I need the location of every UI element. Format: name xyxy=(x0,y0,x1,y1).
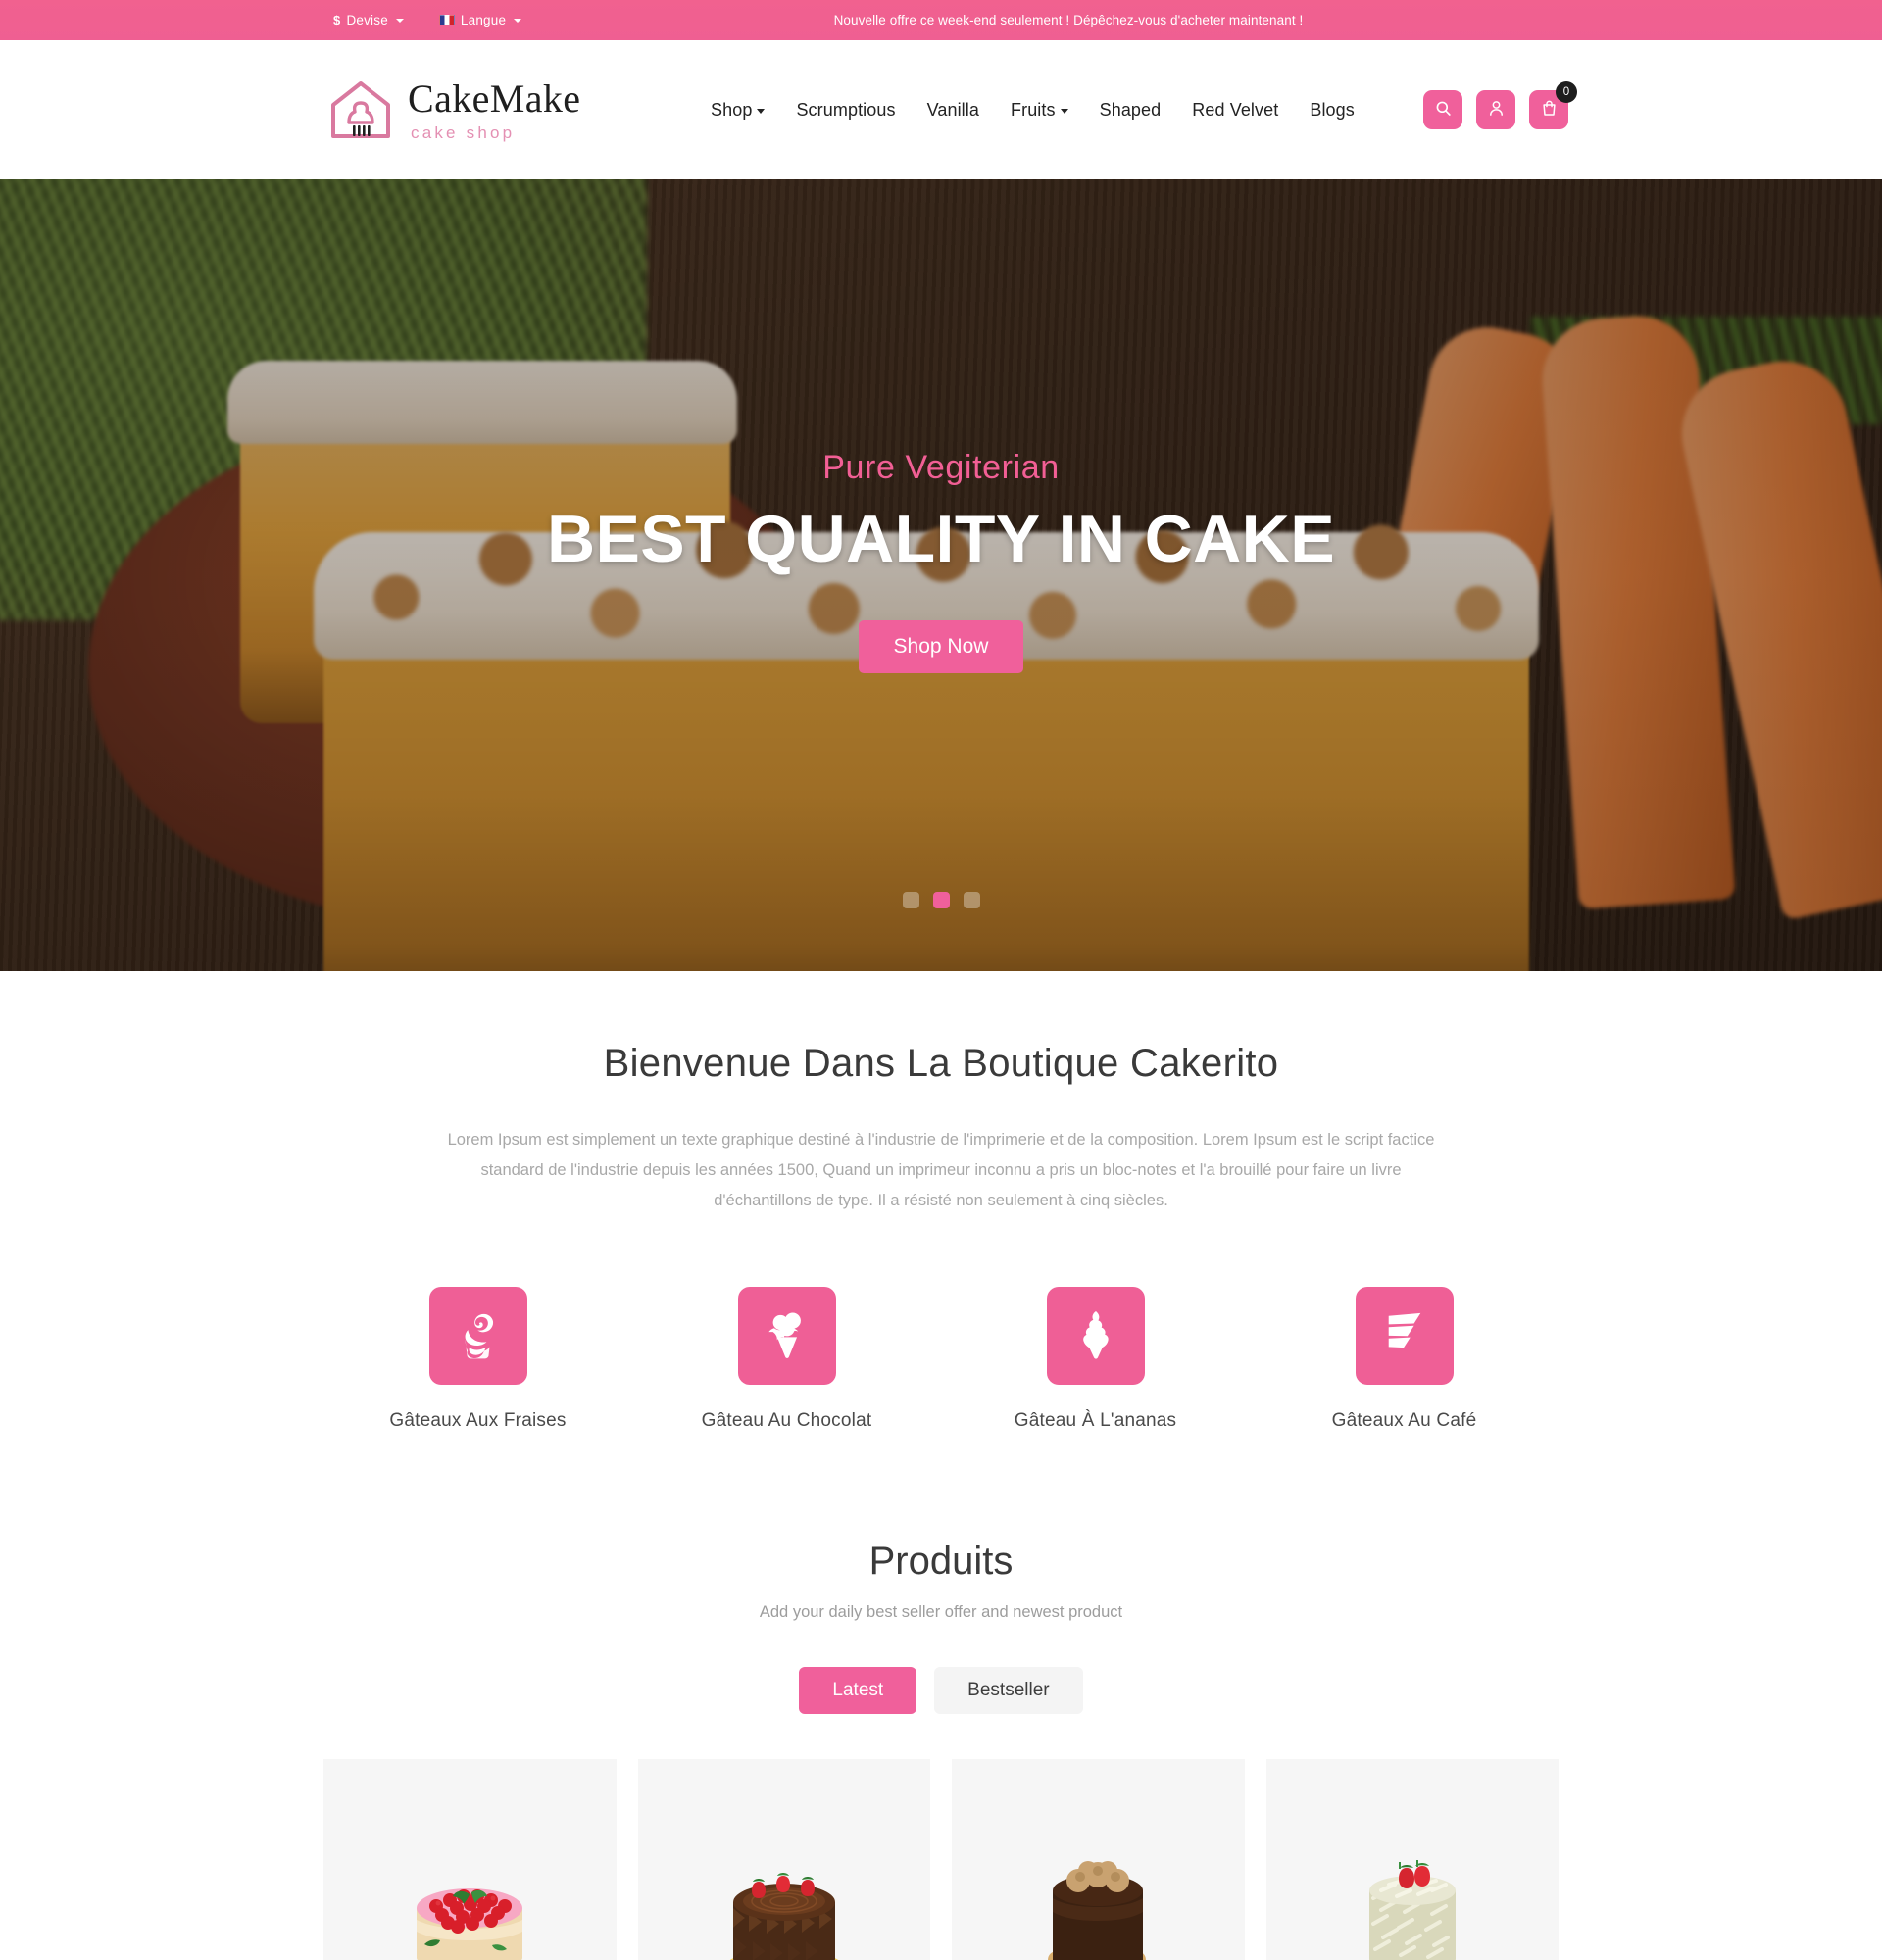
product-card[interactable] xyxy=(323,1759,617,1960)
welcome-heading: Bienvenue Dans La Boutique Cakerito xyxy=(603,1042,1279,1085)
nav-label: Scrumptious xyxy=(796,99,896,120)
category-label: Gâteaux Aux Fraises xyxy=(389,1410,567,1431)
ice-cream-cone-icon xyxy=(765,1307,810,1365)
nav-label: Fruits xyxy=(1011,99,1056,120)
category-item-chocolate[interactable]: Gâteau Au Chocolat xyxy=(632,1287,941,1432)
category-tile xyxy=(428,1287,527,1385)
products-tabs: Latest Bestseller xyxy=(0,1667,1882,1714)
logo-subtitle: cake shop xyxy=(411,122,516,142)
main-navigation: Shop Scrumptious Vanilla Fruits Shaped R… xyxy=(711,100,1355,121)
cart-button[interactable]: 0 xyxy=(1529,81,1577,129)
chevron-down-icon xyxy=(757,109,766,114)
products-section: Produits Add your daily best seller offe… xyxy=(0,1540,1882,1960)
products-heading: Produits xyxy=(868,1540,1014,1583)
logo-text: CakeMake cake shop xyxy=(408,75,581,142)
carousel-dot-2[interactable] xyxy=(932,892,950,908)
cart-count-badge: 0 xyxy=(1556,81,1577,103)
product-image-strawberry-topped-cake xyxy=(391,1847,548,1960)
hero-carousel-dots xyxy=(0,892,1882,908)
account-button[interactable] xyxy=(1476,90,1515,129)
product-grid xyxy=(323,1759,1559,1960)
site-logo[interactable]: CakeMake cake shop xyxy=(325,75,580,144)
nav-item-shaped[interactable]: Shaped xyxy=(1100,100,1162,121)
nav-label: Shaped xyxy=(1099,99,1162,120)
carousel-dot-1[interactable] xyxy=(902,892,919,908)
product-card[interactable] xyxy=(1265,1759,1559,1960)
carousel-dot-3[interactable] xyxy=(963,892,980,908)
products-subtitle: Add your daily best seller offer and new… xyxy=(759,1603,1123,1621)
nav-item-shop[interactable]: Shop xyxy=(711,99,766,121)
welcome-paragraph: Lorem Ipsum est simplement un texte grap… xyxy=(447,1131,1435,1209)
announcement-text: Nouvelle offre ce week-end seulement ! D… xyxy=(833,13,1304,27)
product-card[interactable] xyxy=(952,1759,1245,1960)
shop-now-button[interactable]: Shop Now xyxy=(858,619,1024,673)
tab-bestseller[interactable]: Bestseller xyxy=(934,1667,1083,1714)
nav-item-red-velvet[interactable]: Red Velvet xyxy=(1192,100,1278,121)
category-item-coffee[interactable]: Gâteaux Au Café xyxy=(1250,1287,1559,1432)
category-list: Gâteaux Aux Fraises Gâteau Au Chocolat G… xyxy=(323,1287,1559,1432)
category-tile xyxy=(1355,1287,1454,1385)
soft-serve-cone-icon xyxy=(1073,1307,1118,1365)
site-header: CakeMake cake shop Shop Scrumptious Vani… xyxy=(0,40,1882,179)
category-item-strawberry[interactable]: Gâteaux Aux Fraises xyxy=(323,1287,632,1432)
category-label: Gâteaux Au Café xyxy=(1331,1410,1477,1431)
chevron-down-icon xyxy=(1060,109,1068,114)
logo-title: CakeMake xyxy=(408,75,581,121)
search-icon xyxy=(1434,99,1453,121)
user-icon xyxy=(1487,99,1506,121)
category-tile xyxy=(1046,1287,1145,1385)
cupcake-swirl-icon xyxy=(456,1307,501,1365)
hero-slider: Pure Vegiterian BEST QUALITY IN CAKE Sho… xyxy=(0,179,1882,971)
tab-latest[interactable]: Latest xyxy=(799,1667,917,1714)
house-cupcake-logo-icon xyxy=(325,75,396,144)
cake-slice-icon xyxy=(1382,1307,1427,1365)
nav-label: Shop xyxy=(711,99,753,120)
nav-label: Red Velvet xyxy=(1192,99,1279,120)
nav-item-fruits[interactable]: Fruits xyxy=(1011,100,1068,121)
product-card[interactable] xyxy=(637,1759,930,1960)
nav-label: Vanilla xyxy=(926,99,979,120)
category-label: Gâteau Au Chocolat xyxy=(701,1410,872,1431)
search-button[interactable] xyxy=(1423,90,1462,129)
hero-eyebrow: Pure Vegiterian xyxy=(822,448,1060,486)
product-image-chocolate-cake-with-strawberries xyxy=(706,1847,863,1960)
hero-title: BEST QUALITY IN CAKE xyxy=(547,501,1335,576)
nav-item-blogs[interactable]: Blogs xyxy=(1310,100,1355,121)
shopping-bag-icon xyxy=(1540,99,1559,121)
hero-content: Pure Vegiterian BEST QUALITY IN CAKE Sho… xyxy=(0,179,1882,971)
welcome-section: Bienvenue Dans La Boutique Cakerito Lore… xyxy=(0,971,1882,1216)
top-announcement-bar: $ Devise Langue Nouvelle offre ce week-e… xyxy=(0,0,1882,40)
nav-item-vanilla[interactable]: Vanilla xyxy=(927,100,979,121)
product-image-white-chocolate-shavings-cake xyxy=(1334,1847,1491,1960)
category-label: Gâteau À L'ananas xyxy=(1014,1410,1177,1431)
header-actions: 0 xyxy=(1423,81,1577,129)
category-item-pineapple[interactable]: Gâteau À L'ananas xyxy=(941,1287,1250,1432)
nav-item-scrumptious[interactable]: Scrumptious xyxy=(796,100,895,121)
category-tile xyxy=(737,1287,836,1385)
nav-label: Blogs xyxy=(1310,99,1355,120)
product-image-chocolate-cream-cake xyxy=(1019,1847,1176,1960)
